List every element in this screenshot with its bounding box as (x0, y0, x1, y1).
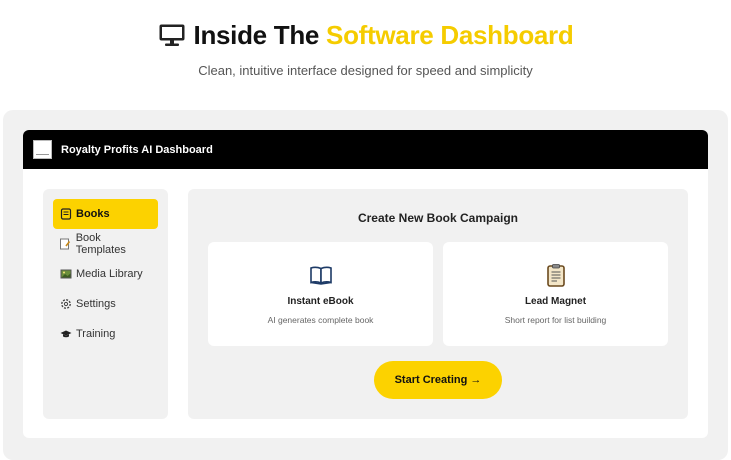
start-creating-button[interactable]: Start Creating → (374, 361, 502, 399)
main-title: Create New Book Campaign (357, 211, 519, 225)
sidebar: Books Book Templates Media Library Setti… (43, 189, 168, 419)
card-title: Instant eBook (287, 296, 354, 307)
sidebar-item-label: Book Templates (75, 232, 126, 256)
books-icon (59, 208, 72, 221)
sidebar-item-training[interactable]: Training (53, 319, 158, 349)
app-logo (33, 140, 52, 159)
template-icon (59, 238, 72, 251)
hero-title-main: Inside The (193, 20, 327, 50)
graduation-cap-icon (59, 328, 72, 341)
sidebar-item-settings[interactable]: Settings (53, 289, 158, 319)
clipboard-icon (543, 262, 569, 288)
card-title: Lead Magnet (524, 296, 587, 307)
hero-subtitle: Clean, intuitive interface designed for … (198, 63, 533, 78)
card-description: Short report for list building (504, 315, 607, 325)
sidebar-item-label: Media Library (76, 268, 143, 280)
gear-icon (59, 298, 72, 311)
app-window: Royalty Profits AI Dashboard Books Book … (23, 130, 708, 438)
app-titlebar: Royalty Profits AI Dashboard (23, 130, 708, 169)
hero-title-accent: Software Dashboard (326, 20, 574, 50)
app-title: Royalty Profits AI Dashboard (61, 143, 213, 156)
sidebar-item-label: Books (76, 208, 110, 220)
open-book-icon (308, 262, 334, 288)
card-lead-magnet[interactable]: Lead Magnet Short report for list buildi… (443, 242, 668, 346)
sidebar-item-label: Settings (76, 298, 116, 310)
monitor-icon (158, 23, 186, 54)
sidebar-item-media-library[interactable]: Media Library (53, 259, 158, 289)
sidebar-item-label: Training (76, 328, 116, 340)
card-description: AI generates complete book (267, 315, 374, 325)
sidebar-item-books[interactable]: Books (53, 199, 158, 229)
image-icon (59, 268, 72, 281)
sidebar-item-book-templates[interactable]: Book Templates (53, 229, 158, 259)
hero-title: Inside The Software Dashboard (0, 20, 731, 54)
main-panel: Create New Book Campaign Instant eBook A… (188, 189, 688, 419)
card-instant-ebook[interactable]: Instant eBook AI generates complete book (208, 242, 433, 346)
